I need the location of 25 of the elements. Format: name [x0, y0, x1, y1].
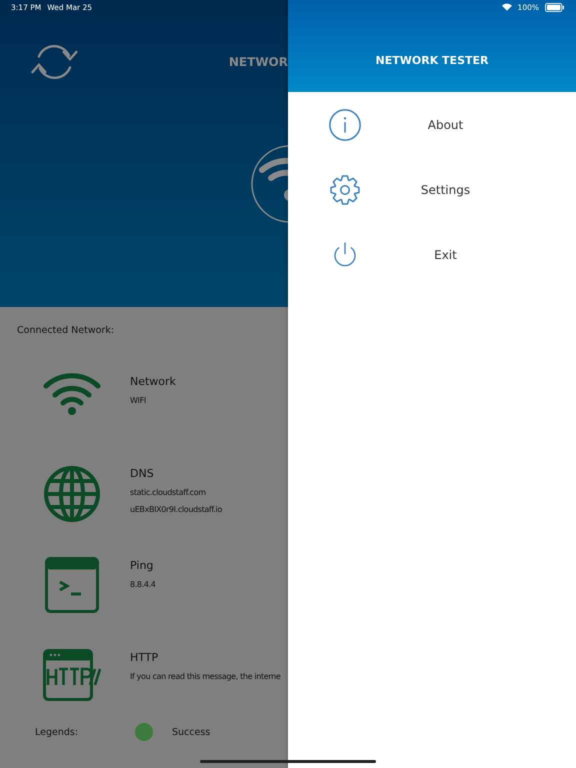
menu-item[interactable]: Exit — [288, 222, 576, 287]
menu-item[interactable]: Settings — [288, 157, 576, 222]
check-detail: WIFI — [130, 396, 147, 405]
app-title: NETWOR — [228, 55, 288, 69]
section-label: Connected Network: — [17, 325, 116, 338]
battery-icon — [545, 2, 565, 12]
legend-label: Legends: — [35, 726, 80, 738]
wifi-icon — [43, 373, 101, 415]
terminal-icon — [45, 557, 99, 613]
check-detail: static.cloudstaff.com — [130, 488, 207, 497]
check-title: Network — [130, 375, 176, 388]
check-detail: 8.8.4.4 — [130, 580, 156, 589]
check-title: Ping — [130, 559, 154, 572]
drawer-title: NETWORK TESTER — [376, 54, 488, 66]
check-title: HTTP — [130, 651, 160, 664]
legend-text: Success — [172, 726, 210, 738]
browser-http-icon — [43, 649, 101, 701]
wifi-signal-icon — [502, 3, 512, 11]
info-icon — [328, 108, 362, 142]
check-detail: uEBxBIX0r9I.cloudstaff.io — [130, 505, 222, 514]
globe-icon — [43, 465, 101, 523]
check-title: DNS — [130, 467, 155, 480]
settings-icon — [328, 172, 362, 206]
check-detail: If you can read this message, the interne — [130, 672, 280, 681]
menu-item[interactable]: About — [288, 92, 576, 157]
